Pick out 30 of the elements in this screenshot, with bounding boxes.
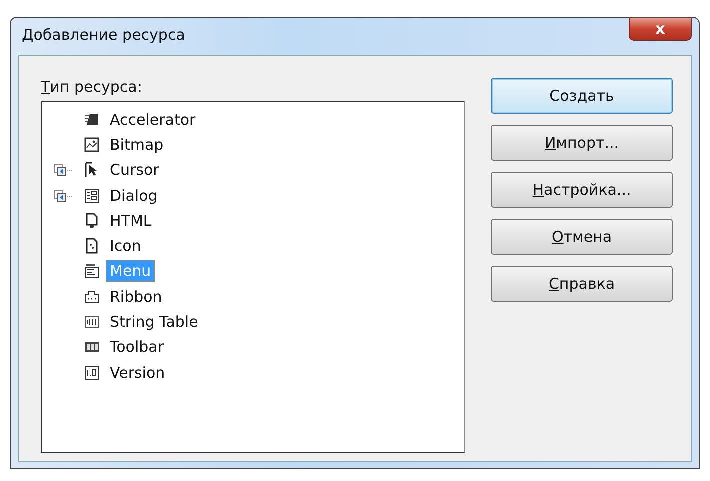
tree-item[interactable]: HTML: [106, 210, 156, 232]
tree-item[interactable]: Version: [106, 362, 170, 384]
window-title: Добавление ресурса: [21, 25, 186, 44]
resource-tree[interactable]: Accelerator Bitmap Cursor Dialog HTML Icon Menu Ribbon String Table Toolbar Version: [41, 101, 465, 453]
tree-item[interactable]: Bitmap: [106, 134, 168, 156]
tree-item[interactable]: Accelerator: [106, 108, 200, 131]
resource-icon: [84, 136, 100, 153]
dialog-button[interactable]: Создать: [491, 78, 673, 114]
resource-icon: [84, 188, 100, 204]
dialog-button[interactable]: Импорт...: [491, 125, 673, 161]
resource-icon: [84, 112, 100, 128]
resource-icon: [84, 364, 100, 381]
resource-icon: [84, 238, 100, 254]
dialog-button[interactable]: Отмена: [491, 219, 673, 255]
resource-icon: [84, 288, 100, 305]
tree-item[interactable]: Cursor: [106, 159, 164, 182]
tree-item[interactable]: Toolbar: [106, 336, 168, 358]
resource-icon: [84, 263, 100, 280]
tree-item[interactable]: Ribbon: [106, 286, 166, 308]
dialog-button[interactable]: Настройка...: [491, 172, 673, 208]
tree-item[interactable]: String Table: [106, 311, 202, 334]
resource-icon: [84, 212, 100, 229]
tree-item[interactable]: Icon: [106, 235, 146, 258]
dialog-button[interactable]: Справка: [491, 266, 673, 302]
close-button[interactable]: x: [629, 18, 692, 41]
tree-item[interactable]: Dialog: [106, 184, 162, 207]
collapsed-node-icon[interactable]: [54, 190, 74, 202]
resource-icon: [84, 314, 100, 330]
collapsed-node-icon[interactable]: [54, 164, 74, 176]
resource-type-label: Тип ресурса:: [41, 78, 144, 96]
